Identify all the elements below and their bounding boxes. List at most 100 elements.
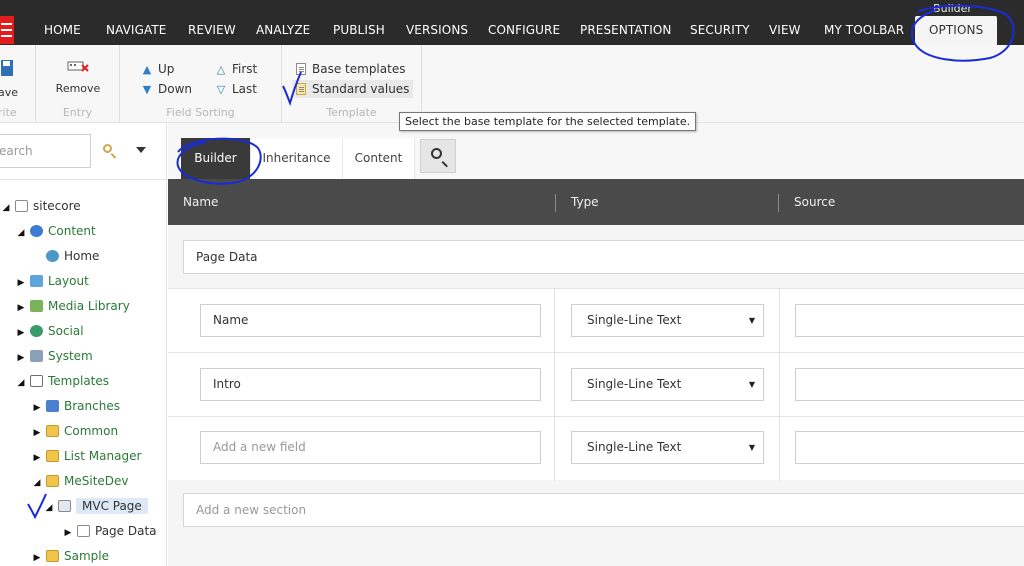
new-field-type-select[interactable]: Single-Line Text ▼ [571,431,764,464]
tab-inheritance[interactable]: Inheritance [251,138,343,179]
search-dropdown-icon[interactable] [136,147,146,153]
expand-toggle-icon[interactable]: ▶ [15,299,27,317]
tree-node-system[interactable]: ▶ System [15,347,93,365]
field-type-value: Single-Line Text [587,313,682,327]
field-type-select[interactable]: Single-Line Text ▼ [571,304,764,337]
contextual-tab-label: Builder [933,2,972,15]
content-icon [30,225,43,237]
document-icon [296,63,306,75]
menu-icon[interactable] [0,16,14,44]
expand-toggle-icon[interactable]: ▶ [15,324,27,342]
save-button[interactable]: ave [0,59,18,99]
move-up-button[interactable]: ▲ Up [140,60,175,78]
tab-options[interactable]: OPTIONS [915,16,998,45]
move-down-button[interactable]: ▼ Down [140,80,192,98]
tab-publish[interactable]: PUBLISH [333,16,385,45]
tab-review[interactable]: REVIEW [188,16,236,45]
tab-builder[interactable]: Builder [181,138,251,179]
globe-icon [46,250,59,262]
write-group-label: rite [0,106,17,119]
expand-toggle-icon[interactable]: ▶ [15,274,27,292]
tree-node-social[interactable]: ▶ Social [15,322,84,340]
move-last-button[interactable]: ▽ Last [214,80,257,98]
section-name-input[interactable]: Page Data [183,240,1024,274]
tab-security[interactable]: SECURITY [690,16,750,45]
tab-navigate[interactable]: NAVIGATE [106,16,166,45]
layout-icon [30,275,43,287]
tree-node-label: List Manager [64,449,142,463]
tree-node-mesitedev[interactable]: ◢ MeSiteDev [31,472,129,490]
tab-home[interactable]: HOME [44,16,81,45]
collapse-toggle-icon[interactable]: ◢ [0,199,12,217]
tree-node-templates[interactable]: ◢ Templates [15,372,109,390]
move-down-label: Down [158,82,193,96]
chevron-down-icon: ▼ [748,443,755,452]
tree-node-sample[interactable]: ▶ Sample [31,547,109,565]
collapse-toggle-icon[interactable]: ◢ [15,224,27,242]
tab-content[interactable]: Content [343,138,415,179]
tree-node-layout[interactable]: ▶ Layout [15,272,89,290]
field-name-input[interactable]: Intro [200,368,541,401]
tab-configure[interactable]: CONFIGURE [488,16,560,45]
tree-node-label: MVC Page [76,498,148,514]
tree-node-sitecore[interactable]: ◢ sitecore [0,197,81,215]
tree-node-page-data[interactable]: ▶ Page Data [62,522,157,540]
tooltip: Select the base template for the selecte… [399,112,697,131]
tree-node-label: sitecore [33,199,81,213]
search-input[interactable]: earch [0,134,91,168]
field-sorting-group-label: Field Sorting [166,106,235,119]
base-templates-button[interactable]: Base templates [296,60,405,78]
expand-toggle-icon[interactable]: ▶ [15,349,27,367]
collapse-toggle-icon[interactable]: ◢ [15,374,27,392]
remove-button[interactable]: Remove [53,59,103,95]
tree-node-branches[interactable]: ▶ Branches [31,397,120,415]
write-group: ave rite [0,45,36,123]
tab-my-toolbar[interactable]: MY TOOLBAR [824,16,904,45]
folder-icon [46,475,59,487]
content-editor-app: HOME NAVIGATE REVIEW ANALYZE PUBLISH VER… [0,0,1024,566]
tree-node-common[interactable]: ▶ Common [31,422,119,442]
expand-toggle-icon[interactable]: ▶ [31,399,43,417]
new-field-source-input[interactable] [795,431,1024,464]
save-label: ave [0,86,19,99]
tab-view[interactable]: VIEW [769,16,801,45]
tree-node-label: Social [48,324,84,338]
divider [0,179,167,180]
collapse-toggle-icon[interactable]: ◢ [31,474,43,492]
tree-node-list-manager[interactable]: ▶ List Manager [31,447,142,467]
new-section-input[interactable]: Add a new section [183,493,1024,527]
new-field-name-input[interactable]: Add a new field [200,431,541,464]
template-icon [58,500,71,512]
tree-node-content[interactable]: ◢ Content [15,222,96,240]
tree-node-label: Home [64,249,100,263]
field-name-input[interactable]: Name [200,304,541,337]
top-menu-bar: HOME NAVIGATE REVIEW ANALYZE PUBLISH VER… [0,0,1024,45]
tab-versions[interactable]: VERSIONS [406,16,468,45]
field-source-input[interactable] [795,368,1024,401]
tree-node-home[interactable]: Home [31,247,99,265]
field-source-input[interactable] [795,304,1024,337]
expand-toggle-icon[interactable]: ▶ [31,424,43,442]
move-first-button[interactable]: △ First [214,60,258,78]
column-header-type: Type [571,195,599,209]
expand-toggle-icon[interactable]: ▶ [62,524,74,542]
expand-toggle-icon[interactable]: ▶ [31,449,43,467]
search-icon[interactable] [420,139,456,173]
standard-values-icon [296,83,306,95]
collapse-toggle-icon[interactable]: ◢ [43,499,55,517]
system-icon [30,350,43,362]
expand-toggle-icon[interactable]: ▶ [31,549,43,566]
content-tree-panel: earch ◢ sitecore ◢ Content Home ▶ Layout ▶ M… [0,123,167,566]
tab-presentation[interactable]: PRESENTATION [580,16,672,45]
tree-node-mvc-page[interactable]: ◢ MVC Page [43,497,148,515]
tree-node-media-library[interactable]: ▶ Media Library [15,297,130,315]
folder-icon [46,425,59,437]
search-icon[interactable] [100,141,120,161]
entry-group-label: Entry [62,106,93,119]
remove-label: Remove [55,82,101,95]
standard-values-button[interactable]: Standard values [292,80,414,98]
tab-analyze[interactable]: ANALYZE [256,16,310,45]
folder-icon [46,550,59,562]
field-type-select[interactable]: Single-Line Text ▼ [571,368,764,401]
chevron-down-icon: ▼ [748,380,755,389]
